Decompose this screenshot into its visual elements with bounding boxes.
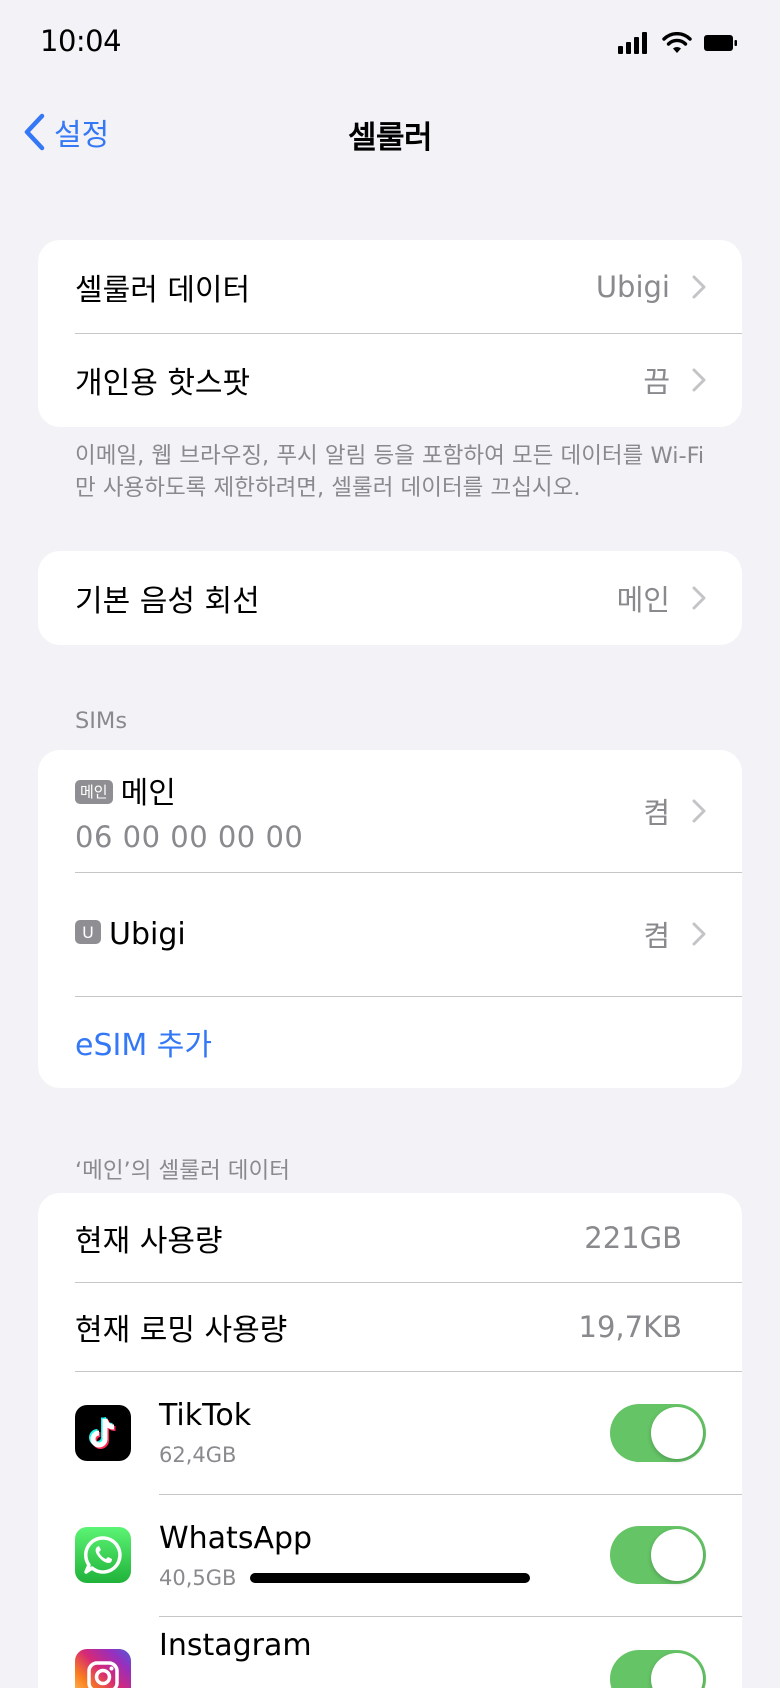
toggle-knob [651,1529,703,1581]
sim-main-number: 06 00 00 00 00 [75,820,304,854]
status-bar: 10:04 [0,0,780,90]
personal-hotspot-row[interactable]: 개인용 핫스팟 끔 [38,333,742,427]
default-voice-line-value: 메인 [616,583,670,617]
roaming-usage-label: 현재 로밍 사용량 [75,1312,288,1348]
cellular-settings-group: 셀룰러 데이터 Ubigi 개인용 핫스팟 끔 [38,240,742,427]
app-name: WhatsApp [159,1520,313,1556]
toggle-knob [651,1653,703,1688]
chevron-right-icon [692,799,706,823]
tiktok-text: TikTok 62,4GB [159,1398,610,1467]
sims-group: 메인 메인 06 00 00 00 00 켬 U Ubigi 켬 eSIM 추가 [38,750,742,1088]
cellular-signal-icon [618,32,647,54]
sims-header: SIMs [75,708,128,734]
navigation-bar: 설정 셀룰러 [0,100,780,164]
cellular-data-footer: 이메일, 웹 브라우징, 푸시 알림 등을 포함하여 모든 데이터를 Wi-Fi… [75,443,705,501]
sim-main-line: 메인 메인 [75,768,643,812]
current-usage-value: 221GB [584,1220,682,1255]
page-title: 셀룰러 [347,120,433,156]
cellular-data-value: Ubigi [595,269,670,304]
instagram-cellular-toggle[interactable] [610,1650,706,1688]
status-icons [618,30,738,56]
roaming-usage-value: 19,7KB [578,1309,682,1344]
cellular-data-row[interactable]: 셀룰러 데이터 Ubigi [38,240,742,333]
chevron-right-icon [692,922,706,946]
sim-main-status: 켬 [643,796,670,830]
wifi-icon [662,32,692,53]
toggle-knob [651,1406,703,1459]
current-usage-row: 현재 사용량 221GB [38,1193,742,1282]
app-row-whatsapp: WhatsApp 40,5GB [38,1494,742,1616]
whatsapp-cellular-toggle[interactable] [610,1526,706,1584]
sim-row-main[interactable]: 메인 메인 06 00 00 00 00 켬 [38,750,742,872]
tiktok-icon [75,1404,131,1461]
chevron-right-icon [692,586,706,610]
add-esim-row[interactable]: eSIM 추가 [38,996,742,1088]
app-usage: 62,4GB [159,1443,237,1467]
tiktok-cellular-toggle[interactable] [610,1403,706,1462]
default-voice-line-label: 기본 음성 회선 [75,584,260,619]
app-row-tiktok: TikTok 62,4GB [38,1371,742,1494]
sim-ubigi-status: 켬 [643,919,670,953]
instagram-icon [75,1649,131,1688]
cellular-data-label: 셀룰러 데이터 [75,272,251,308]
sim-ubigi-line: U Ubigi [75,917,643,952]
whatsapp-icon [75,1527,131,1583]
sim-ubigi-name: Ubigi [109,916,186,952]
instagram-text: Instagram [159,1628,610,1663]
home-indicator[interactable] [250,1573,530,1583]
personal-hotspot-label: 개인용 핫스팟 [75,366,251,401]
sim-main-name: 메인 [120,776,176,811]
default-voice-line-row[interactable]: 기본 음성 회선 메인 [38,551,742,645]
chevron-right-icon [692,368,706,392]
usage-group: 현재 사용량 221GB 현재 로밍 사용량 19,7KB TikTok 62,… [38,1193,742,1688]
sim-row-ubigi[interactable]: U Ubigi 켬 [38,872,742,996]
sim-ubigi-badge: U [75,920,101,944]
current-usage-label: 현재 사용량 [75,1223,223,1259]
chevron-right-icon [692,275,706,298]
usage-header: ‘메인’의 셀룰러 데이터 [75,1158,290,1184]
roaming-usage-row: 현재 로밍 사용량 19,7KB [38,1282,742,1371]
battery-icon [704,35,737,51]
app-row-instagram: Instagram [38,1616,742,1688]
app-name: Instagram [159,1628,312,1663]
add-esim-button[interactable]: eSIM 추가 [75,1020,212,1064]
app-name: TikTok [159,1398,252,1433]
voice-line-group: 기본 음성 회선 메인 [38,551,742,645]
sim-main-info: 메인 메인 06 00 00 00 00 [75,768,643,854]
personal-hotspot-value: 끔 [643,365,670,399]
status-time: 10:04 [40,24,122,58]
sim-main-badge: 메인 [75,779,113,804]
